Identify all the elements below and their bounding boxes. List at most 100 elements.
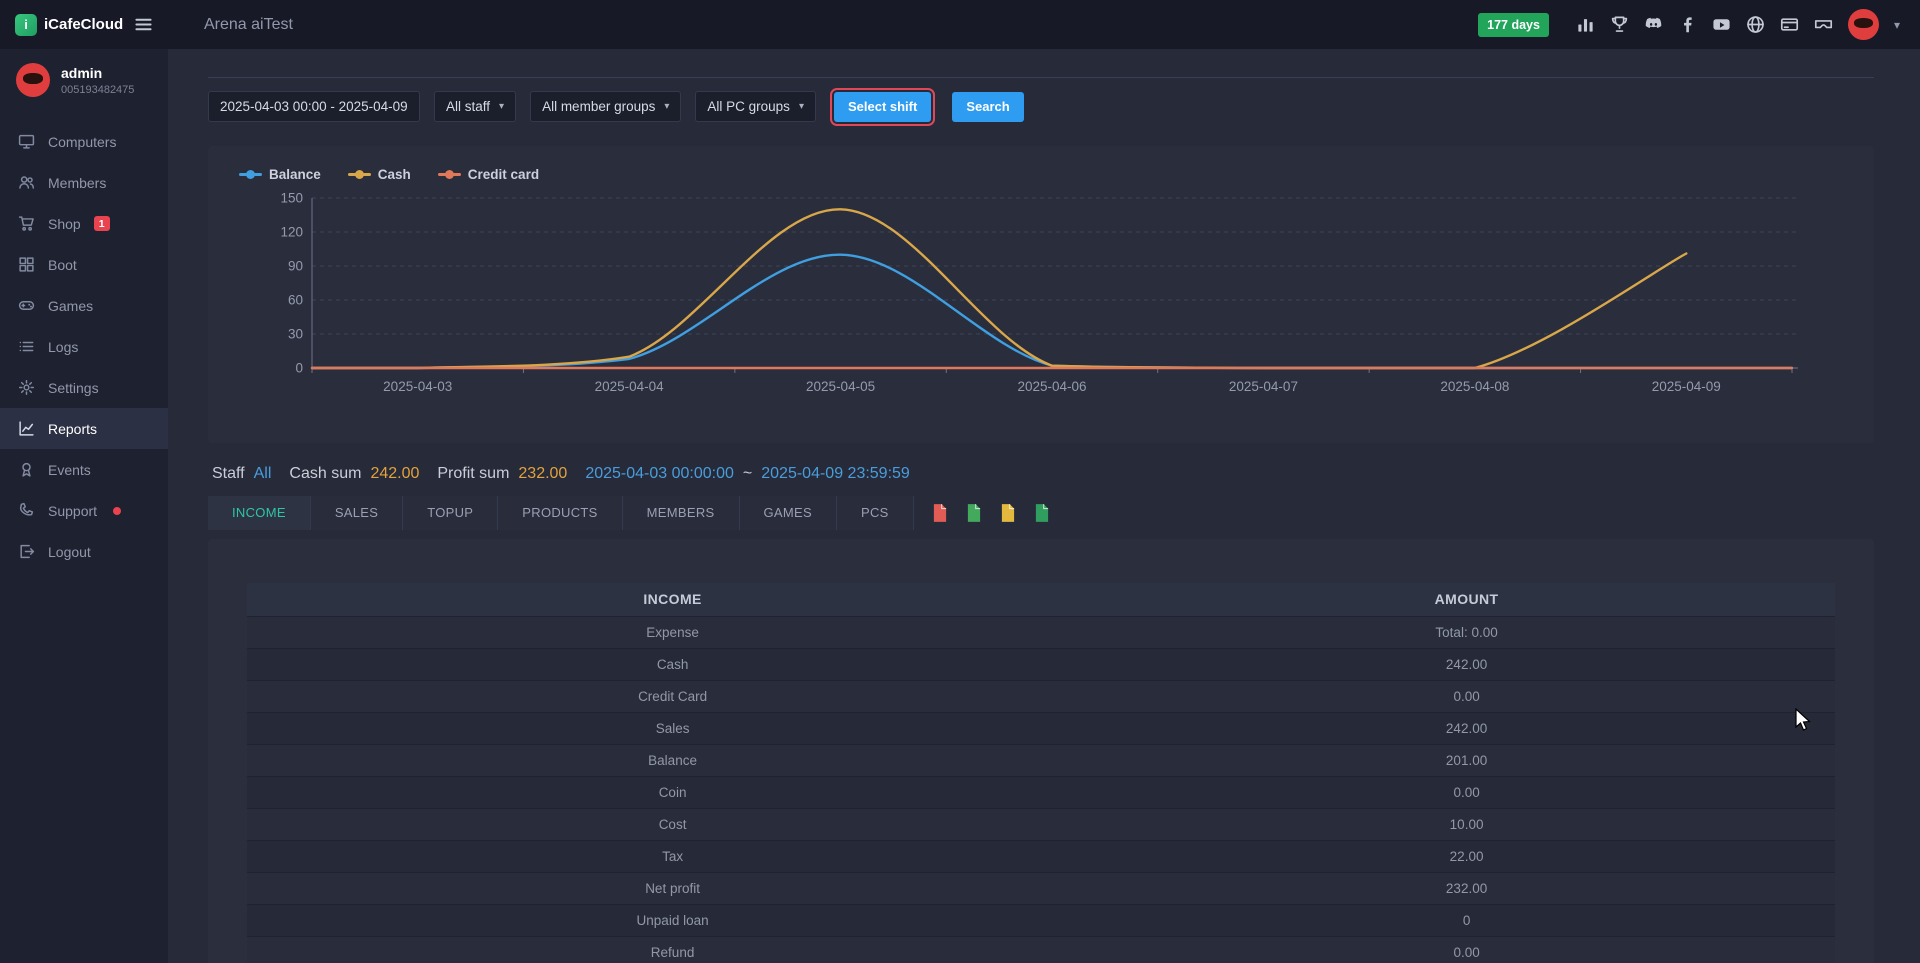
sidebar-user[interactable]: admin 005193482475 (0, 63, 168, 97)
vr-icon[interactable] (1814, 15, 1833, 34)
table-cell: Balance (247, 744, 1098, 776)
discord-icon[interactable] (1644, 15, 1663, 34)
sidebar-item-members[interactable]: Members (0, 162, 168, 203)
menu-icon[interactable] (134, 15, 153, 34)
sidebar-item-support[interactable]: Support (0, 490, 168, 531)
table-cell: 242.00 (1098, 712, 1835, 744)
tab-topup[interactable]: TOPUP (403, 496, 498, 530)
legend-item[interactable]: Credit card (438, 167, 539, 182)
sidebar-item-label: Games (48, 298, 93, 314)
phone-icon (18, 502, 35, 519)
table-cell: Cost (247, 808, 1098, 840)
table-cell: 22.00 (1098, 840, 1835, 872)
cart-icon (18, 215, 35, 232)
file-xlsx-icon[interactable] (1033, 503, 1051, 523)
export-icons (931, 503, 1051, 523)
brand-area: i iCafeCloud (0, 14, 168, 36)
medal-icon (18, 461, 35, 478)
youtube-icon[interactable] (1712, 15, 1731, 34)
member-groups-select[interactable]: All member groups ▾ (530, 91, 681, 122)
sidebar-item-logout[interactable]: Logout (0, 531, 168, 572)
sidebar-item-boot[interactable]: Boot (0, 244, 168, 285)
support-status-dot (113, 507, 121, 515)
staff-select[interactable]: All staff ▾ (434, 91, 516, 122)
table-row: Credit Card0.00 (247, 680, 1835, 712)
cash-sum-label: Cash sum (289, 465, 361, 483)
tab-games[interactable]: GAMES (740, 496, 837, 530)
table-row: Balance201.00 (247, 744, 1835, 776)
pc-groups-select[interactable]: All PC groups ▾ (695, 91, 816, 122)
svg-text:2025-04-04: 2025-04-04 (595, 379, 665, 394)
sidebar-item-logs[interactable]: Logs (0, 326, 168, 367)
sidebar-item-settings[interactable]: Settings (0, 367, 168, 408)
sidebar-item-shop[interactable]: Shop 1 (0, 203, 168, 244)
table-row: Sales242.00 (247, 712, 1835, 744)
file-xls-icon[interactable] (999, 503, 1017, 523)
tab-members[interactable]: MEMBERS (623, 496, 740, 530)
search-button[interactable]: Search (952, 92, 1023, 122)
shop-badge: 1 (94, 216, 110, 231)
legend-item[interactable]: Balance (239, 167, 321, 182)
report-tabs-list: INCOMESALESTOPUPPRODUCTSMEMBERSGAMESPCS (208, 496, 914, 530)
legend-marker (239, 173, 262, 176)
table-cell: 0.00 (1098, 936, 1835, 963)
sidebar-nav: Computers Members Shop 1 Boot Games LogsSettin… (0, 121, 168, 572)
summary-date-to: 2025-04-09 23:59:59 (761, 465, 910, 483)
date-range-input[interactable] (208, 91, 420, 122)
tilde: ~ (743, 465, 752, 483)
user-avatar (16, 63, 50, 97)
file-csv-icon[interactable] (965, 503, 983, 523)
sidebar-item-label: Reports (48, 421, 97, 437)
staff-value[interactable]: All (254, 465, 272, 483)
legend-item[interactable]: Cash (348, 167, 411, 182)
license-days-badge[interactable]: 177 days (1478, 13, 1549, 37)
table-row: Coin0.00 (247, 776, 1835, 808)
boot-icon (18, 256, 35, 273)
svg-text:90: 90 (288, 259, 303, 274)
chevron-down-icon: ▾ (499, 101, 504, 112)
chart-legend: Balance Cash Credit card (239, 167, 1874, 182)
sidebar-item-label: Events (48, 462, 91, 478)
billing-icon[interactable] (1780, 15, 1799, 34)
stats-icon[interactable] (1576, 15, 1595, 34)
avatar[interactable] (1848, 9, 1879, 40)
summary-bar: Staff All Cash sum 242.00 Profit sum 232… (208, 465, 1874, 483)
table-cell: Net profit (247, 872, 1098, 904)
facebook-icon[interactable] (1678, 15, 1697, 34)
table-row: ExpenseTotal: 0.00 (247, 616, 1835, 648)
pc-groups-select-value: All PC groups (707, 99, 790, 114)
globe-icon[interactable] (1746, 15, 1765, 34)
sidebar-item-computers[interactable]: Computers (0, 121, 168, 162)
tab-sales[interactable]: SALES (311, 496, 403, 530)
table-row: Cost10.00 (247, 808, 1835, 840)
table-cell: Cash (247, 648, 1098, 680)
tab-income[interactable]: INCOME (208, 496, 311, 530)
table-cell: 232.00 (1098, 872, 1835, 904)
tab-products[interactable]: PRODUCTS (498, 496, 622, 530)
sidebar-item-events[interactable]: Events (0, 449, 168, 490)
sidebar-item-games[interactable]: Games (0, 285, 168, 326)
svg-text:60: 60 (288, 293, 303, 308)
table-cell: 201.00 (1098, 744, 1835, 776)
income-table: INCOMEAMOUNT ExpenseTotal: 0.00Cash242.0… (247, 583, 1835, 963)
svg-text:2025-04-07: 2025-04-07 (1229, 379, 1298, 394)
table-row: Tax22.00 (247, 840, 1835, 872)
sidebar-item-label: Shop (48, 216, 81, 232)
user-id: 005193482475 (61, 84, 134, 96)
trophy-icon[interactable] (1610, 15, 1629, 34)
table-cell: 242.00 (1098, 648, 1835, 680)
chevron-down-icon[interactable]: ▾ (1894, 18, 1900, 32)
logs-icon (18, 338, 35, 355)
table-cell: 0.00 (1098, 776, 1835, 808)
table-cell: 0.00 (1098, 680, 1835, 712)
tab-pcs[interactable]: PCS (837, 496, 914, 530)
select-shift-button[interactable]: Select shift (834, 92, 931, 122)
sidebar-item-label: Computers (48, 134, 116, 150)
app-logo[interactable]: i iCafeCloud (15, 14, 123, 36)
summary-date-from: 2025-04-03 00:00:00 (585, 465, 734, 483)
svg-text:30: 30 (288, 327, 303, 342)
column-header: AMOUNT (1098, 583, 1835, 616)
file-pdf-icon[interactable] (931, 503, 949, 523)
sidebar-item-reports[interactable]: Reports (0, 408, 168, 449)
svg-text:2025-04-03: 2025-04-03 (383, 379, 452, 394)
